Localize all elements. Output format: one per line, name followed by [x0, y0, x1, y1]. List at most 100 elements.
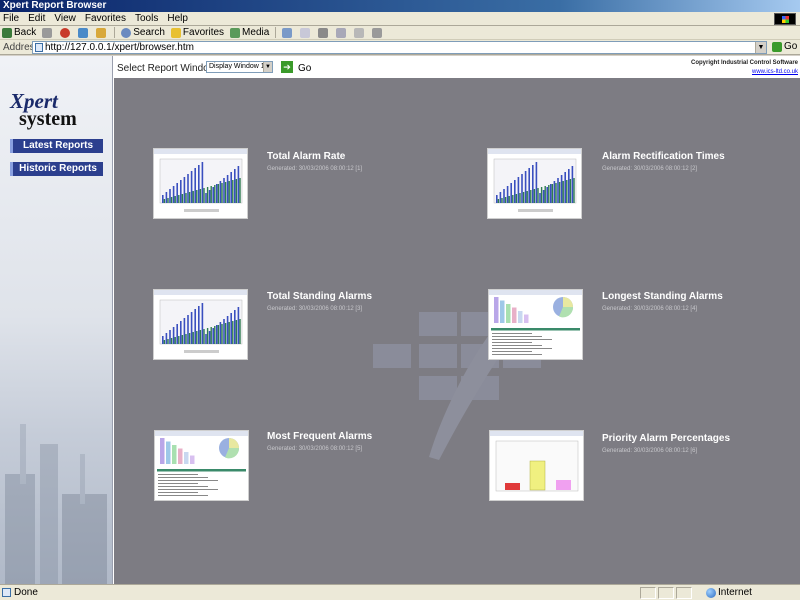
search-button[interactable]: Search — [121, 27, 165, 38]
toolbar: Back Search Favorites Media — [0, 26, 800, 40]
copyright-text: Copyright Industrial Control Software — [690, 60, 798, 66]
home-icon — [96, 27, 107, 38]
report-title[interactable]: Most Frequent Alarms — [267, 431, 372, 442]
thumbnail-chart-image — [488, 149, 581, 212]
menu-view[interactable]: View — [54, 13, 76, 24]
mail-icon — [300, 27, 311, 38]
media-button[interactable]: Media — [230, 27, 269, 38]
report-thumbnail[interactable] — [489, 430, 584, 501]
mail-button[interactable] — [300, 27, 312, 38]
address-bar: Address http://127.0.0.1/xpert/browser.h… — [0, 40, 800, 55]
report-thumbnail[interactable] — [153, 148, 248, 219]
thumbnail-chart-image — [490, 431, 583, 492]
report-thumbnail[interactable] — [488, 289, 583, 360]
toolbar-separator — [275, 27, 277, 38]
stop-icon — [60, 27, 71, 38]
history-button[interactable] — [282, 27, 294, 38]
refresh-icon — [78, 27, 89, 38]
status-cell — [658, 587, 674, 599]
history-icon — [282, 27, 293, 38]
reports-panel: Total Alarm Rate Generated: 30/03/2006 0… — [114, 78, 800, 584]
menu-bar: File Edit View Favorites Tools Help — [0, 12, 800, 26]
report-window-select[interactable]: Display Window 1 ▼ — [206, 61, 273, 73]
go-button[interactable]: ➔ — [281, 61, 293, 73]
address-dropdown-icon[interactable]: ▼ — [755, 42, 766, 53]
search-icon — [121, 27, 132, 38]
report-title[interactable]: Alarm Rectification Times — [602, 151, 725, 162]
forward-arrow-icon — [42, 27, 53, 38]
report-generated: Generated: 30/03/2006 08:00:12 [3] — [267, 306, 363, 312]
report-title[interactable]: Total Standing Alarms — [267, 291, 372, 302]
windows-logo-icon — [774, 13, 796, 25]
go-label[interactable]: Go — [298, 63, 311, 74]
refresh-button[interactable] — [78, 27, 90, 38]
print-icon — [318, 27, 329, 38]
security-zone-text: Internet — [718, 587, 752, 598]
menu-edit[interactable]: Edit — [28, 13, 45, 24]
media-icon — [230, 27, 241, 38]
thumbnail-chart-image — [154, 149, 247, 212]
internet-zone-icon — [706, 588, 716, 598]
report-generated: Generated: 30/03/2006 08:00:12 [5] — [267, 446, 363, 452]
status-bar: Done Internet — [0, 584, 800, 600]
select-dropdown-icon: ▼ — [263, 62, 272, 72]
home-button[interactable] — [96, 27, 108, 38]
discuss-button[interactable] — [354, 27, 366, 38]
page-icon — [35, 43, 43, 52]
report-thumbnail[interactable] — [154, 430, 249, 501]
page-content: Xpert system Latest Reports Historic Rep… — [0, 56, 800, 584]
report-generated: Generated: 30/03/2006 08:00:12 [1] — [267, 166, 363, 172]
report-title[interactable]: Priority Alarm Percentages — [602, 433, 730, 444]
industrial-plant-background-image — [5, 424, 107, 584]
window-title: Xpert Report Browser — [3, 0, 107, 11]
forward-button[interactable] — [42, 27, 54, 38]
favorites-label: Favorites — [182, 27, 225, 38]
sidebar: Xpert system Latest Reports Historic Rep… — [0, 56, 113, 584]
menu-tools[interactable]: Tools — [135, 13, 158, 24]
back-button[interactable]: Back — [2, 27, 36, 38]
brand-bottom: system — [19, 108, 77, 130]
address-go-button[interactable]: Go — [772, 41, 797, 52]
report-title[interactable]: Longest Standing Alarms — [602, 291, 723, 302]
status-text: Done — [14, 587, 38, 598]
window-title-bar: Xpert Report Browser — [0, 0, 800, 12]
historic-reports-button[interactable]: Historic Reports — [10, 162, 103, 176]
menu-file[interactable]: File — [3, 13, 19, 24]
favorites-star-icon — [170, 27, 181, 38]
report-window-toolbar: Select Report Window Display Window 1 ▼ … — [113, 56, 800, 77]
address-url: http://127.0.0.1/xpert/browser.htm — [45, 42, 194, 53]
address-input[interactable]: http://127.0.0.1/xpert/browser.htm ▼ — [32, 41, 767, 54]
back-label: Back — [14, 27, 37, 38]
back-arrow-icon — [2, 27, 12, 38]
report-window-value: Display Window 1 — [209, 63, 265, 70]
edit-icon — [336, 27, 347, 38]
address-go-label: Go — [784, 41, 798, 52]
report-thumbnail[interactable] — [153, 289, 248, 360]
status-cell — [640, 587, 656, 599]
report-thumbnail[interactable] — [487, 148, 582, 219]
address-label: Address — [3, 41, 40, 53]
edit-button[interactable] — [336, 27, 348, 38]
status-cell — [676, 587, 692, 599]
favorites-button[interactable]: Favorites — [170, 27, 225, 38]
media-label: Media — [242, 27, 270, 38]
latest-reports-button[interactable]: Latest Reports — [10, 139, 103, 153]
discuss-icon — [354, 27, 365, 38]
stop-button[interactable] — [60, 27, 72, 38]
thumbnail-chart-image — [155, 431, 248, 496]
report-generated: Generated: 30/03/2006 08:00:12 [6] — [602, 448, 698, 454]
go-arrow-icon — [772, 41, 782, 52]
menu-help[interactable]: Help — [167, 13, 188, 24]
report-title[interactable]: Total Alarm Rate — [267, 151, 345, 162]
company-website-link[interactable]: www.ics-ltd.co.uk — [752, 69, 798, 75]
toolbar-separator — [114, 27, 116, 38]
print-button[interactable] — [318, 27, 330, 38]
page-status-icon — [2, 588, 11, 597]
report-generated: Generated: 30/03/2006 08:00:12 [4] — [602, 306, 698, 312]
search-label: Search — [133, 27, 165, 38]
report-generated: Generated: 30/03/2006 08:00:12 [2] — [602, 166, 698, 172]
menu-favorites[interactable]: Favorites — [85, 13, 126, 24]
thumbnail-chart-image — [489, 290, 582, 355]
xpert-system-logo: Xpert system — [10, 91, 77, 130]
messenger-button[interactable] — [372, 27, 384, 38]
